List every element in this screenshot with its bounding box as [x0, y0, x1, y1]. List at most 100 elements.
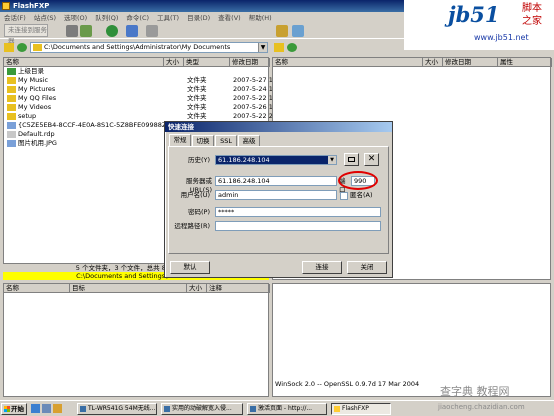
abort-icon[interactable]: [146, 25, 158, 37]
pause-icon[interactable]: [66, 25, 78, 37]
logo-cn-2: 之家: [522, 16, 542, 27]
default-button[interactable]: 默认: [170, 261, 210, 274]
tab-switch[interactable]: 切换: [192, 135, 214, 146]
taskbar-item-router[interactable]: TL-WR541G 54M无线...: [77, 403, 157, 415]
chevron-down-icon[interactable]: ▼: [328, 156, 336, 164]
watermark-text: 查字典 教程网: [440, 385, 510, 398]
menu-item-session[interactable]: 会话(F): [4, 12, 26, 22]
list-item[interactable]: My Videos 文件夹 2007-5-26 1:: [4, 103, 275, 112]
remote-disconnect-icon[interactable]: [292, 25, 304, 37]
anonymous-label: 匿名(A): [350, 191, 373, 199]
site-logo: jb51 脚本 之家 www.jb51.net: [404, 0, 554, 50]
local-path-text: C:\Documents and Settings\Administrator\…: [44, 43, 231, 51]
history-label: 历史(Y): [187, 156, 210, 164]
col-name[interactable]: 名称: [4, 58, 164, 67]
history-save-button[interactable]: [344, 153, 359, 166]
flashfxp-icon: [334, 406, 340, 412]
list-item[interactable]: My QQ Files 文件夹 2007-5-22 1:: [4, 94, 275, 103]
menu-item-tools[interactable]: 工具(T): [157, 12, 179, 22]
local-file-header: 名称 大小 类型 修改日期: [4, 58, 270, 67]
col-name[interactable]: 名称: [273, 58, 423, 67]
quicklaunch-ie-icon[interactable]: [31, 404, 40, 413]
chevron-down-icon[interactable]: ▼: [258, 43, 267, 52]
col-name[interactable]: 名称: [4, 284, 70, 293]
task-label: 实用的动破解宽入侵...: [172, 405, 232, 412]
menu-item-help[interactable]: 帮助(H): [249, 12, 272, 22]
taskbar-item-tutorial[interactable]: 实用的动破解宽入侵...: [161, 403, 243, 415]
image-file-icon: [7, 122, 16, 129]
transfer-icon[interactable]: [126, 25, 138, 37]
col-size[interactable]: 大小: [423, 58, 443, 67]
window-title: FlashFXP: [13, 2, 50, 10]
server-input[interactable]: 61.186.248.104: [215, 176, 337, 186]
menu-item-commands[interactable]: 命令(C): [126, 12, 149, 22]
col-type[interactable]: 类型: [184, 58, 230, 67]
list-item[interactable]: setup 文件夹 2007-5-22 2:: [4, 112, 275, 121]
quick-connect-dialog: 快速连接 常规 切换 SSL 高级 历史(Y) 61.186.248.104 ▼…: [164, 121, 393, 278]
windows-logo-icon: [4, 406, 10, 412]
refresh-icon[interactable]: [106, 25, 118, 37]
favorites-star-icon[interactable]: [4, 43, 14, 52]
user-input[interactable]: admin: [215, 190, 337, 200]
list-item[interactable]: 上级目录: [4, 67, 268, 76]
folder-icon: [7, 104, 16, 111]
folder-icon: [7, 113, 16, 120]
menu-item-queue[interactable]: 队列(Q): [95, 12, 118, 22]
history-value: 61.186.248.104: [218, 156, 270, 164]
remote-path-label: 远程路径(R): [174, 222, 210, 230]
menu-item-view[interactable]: 查看(V): [218, 12, 241, 22]
ie-icon: [250, 406, 256, 412]
ie-icon: [164, 406, 170, 412]
close-button[interactable]: 关闭: [347, 261, 387, 274]
history-delete-button[interactable]: ✕: [364, 153, 379, 166]
watermark-url: jiaocheng.chazidian.com: [438, 403, 525, 411]
remote-file-header: 名称 大小 修改日期 属性: [273, 58, 552, 67]
ie-icon: [80, 406, 86, 412]
disconnected-status-button[interactable]: 未连接到服务器: [4, 24, 48, 45]
list-item[interactable]: My Pictures 文件夹 2007-5-24 1:: [4, 85, 275, 94]
remote-connect-icon[interactable]: [276, 25, 288, 37]
user-label: 用户名(U): [180, 191, 210, 199]
local-path-combo[interactable]: C:\Documents and Settings\Administrator\…: [30, 42, 268, 53]
connect-button[interactable]: 连接: [302, 261, 342, 274]
menu-item-sites[interactable]: 站点(S): [34, 12, 56, 22]
password-label: 密码(P): [188, 208, 210, 216]
log-line: WinSock 2.0 -- OpenSSL 0.9.7d 17 Mar 200…: [275, 380, 420, 388]
save-icon: [348, 157, 355, 162]
anonymous-checkbox[interactable]: [340, 192, 348, 200]
app-icon: [2, 2, 10, 10]
col-modified[interactable]: 修改日期: [443, 58, 498, 67]
up-folder-icon[interactable]: [17, 43, 27, 52]
quicklaunch-app-icon[interactable]: [53, 404, 62, 413]
tab-advanced[interactable]: 高级: [238, 135, 260, 146]
list-item[interactable]: My Music 文件夹 2007-5-27 1:: [4, 76, 275, 85]
folder-icon: [7, 95, 16, 102]
taskbar-item-activation[interactable]: 激活页面 - http://...: [247, 403, 327, 415]
col-attr[interactable]: 属性: [498, 58, 552, 67]
highlight-circle: [338, 171, 378, 190]
tab-ssl[interactable]: SSL: [215, 135, 237, 146]
start-button[interactable]: 开始: [1, 403, 27, 415]
tab-general[interactable]: 常规: [169, 134, 191, 146]
queue-header: 名称 目标 大小 注释: [4, 284, 270, 293]
password-input[interactable]: *****: [215, 207, 381, 217]
col-target[interactable]: 目标: [70, 284, 187, 293]
col-size[interactable]: 大小: [164, 58, 184, 67]
remote-favorites-star-icon[interactable]: [274, 43, 284, 52]
connect-icon[interactable]: [80, 25, 92, 37]
logo-brand: jb51: [448, 2, 500, 27]
col-size[interactable]: 大小: [187, 284, 207, 293]
menu-item-options[interactable]: 选项(O): [64, 12, 87, 22]
history-combo[interactable]: 61.186.248.104 ▼: [215, 155, 337, 165]
menu-item-directory[interactable]: 目录(D): [187, 12, 210, 22]
col-note[interactable]: 注释: [207, 284, 270, 293]
remote-path-input[interactable]: [215, 221, 381, 231]
folder-icon: [7, 77, 16, 84]
logo-url: www.jb51.net: [474, 33, 529, 42]
watermark: 查字典 教程网 jiaocheng.chazidian.com: [434, 376, 552, 416]
taskbar-item-flashfxp[interactable]: FlashFXP: [331, 403, 391, 415]
remote-up-folder-icon[interactable]: [287, 43, 297, 52]
col-modified[interactable]: 修改日期: [230, 58, 270, 67]
queue-list[interactable]: 名称 目标 大小 注释: [3, 283, 270, 397]
quicklaunch-desktop-icon[interactable]: [42, 404, 51, 413]
